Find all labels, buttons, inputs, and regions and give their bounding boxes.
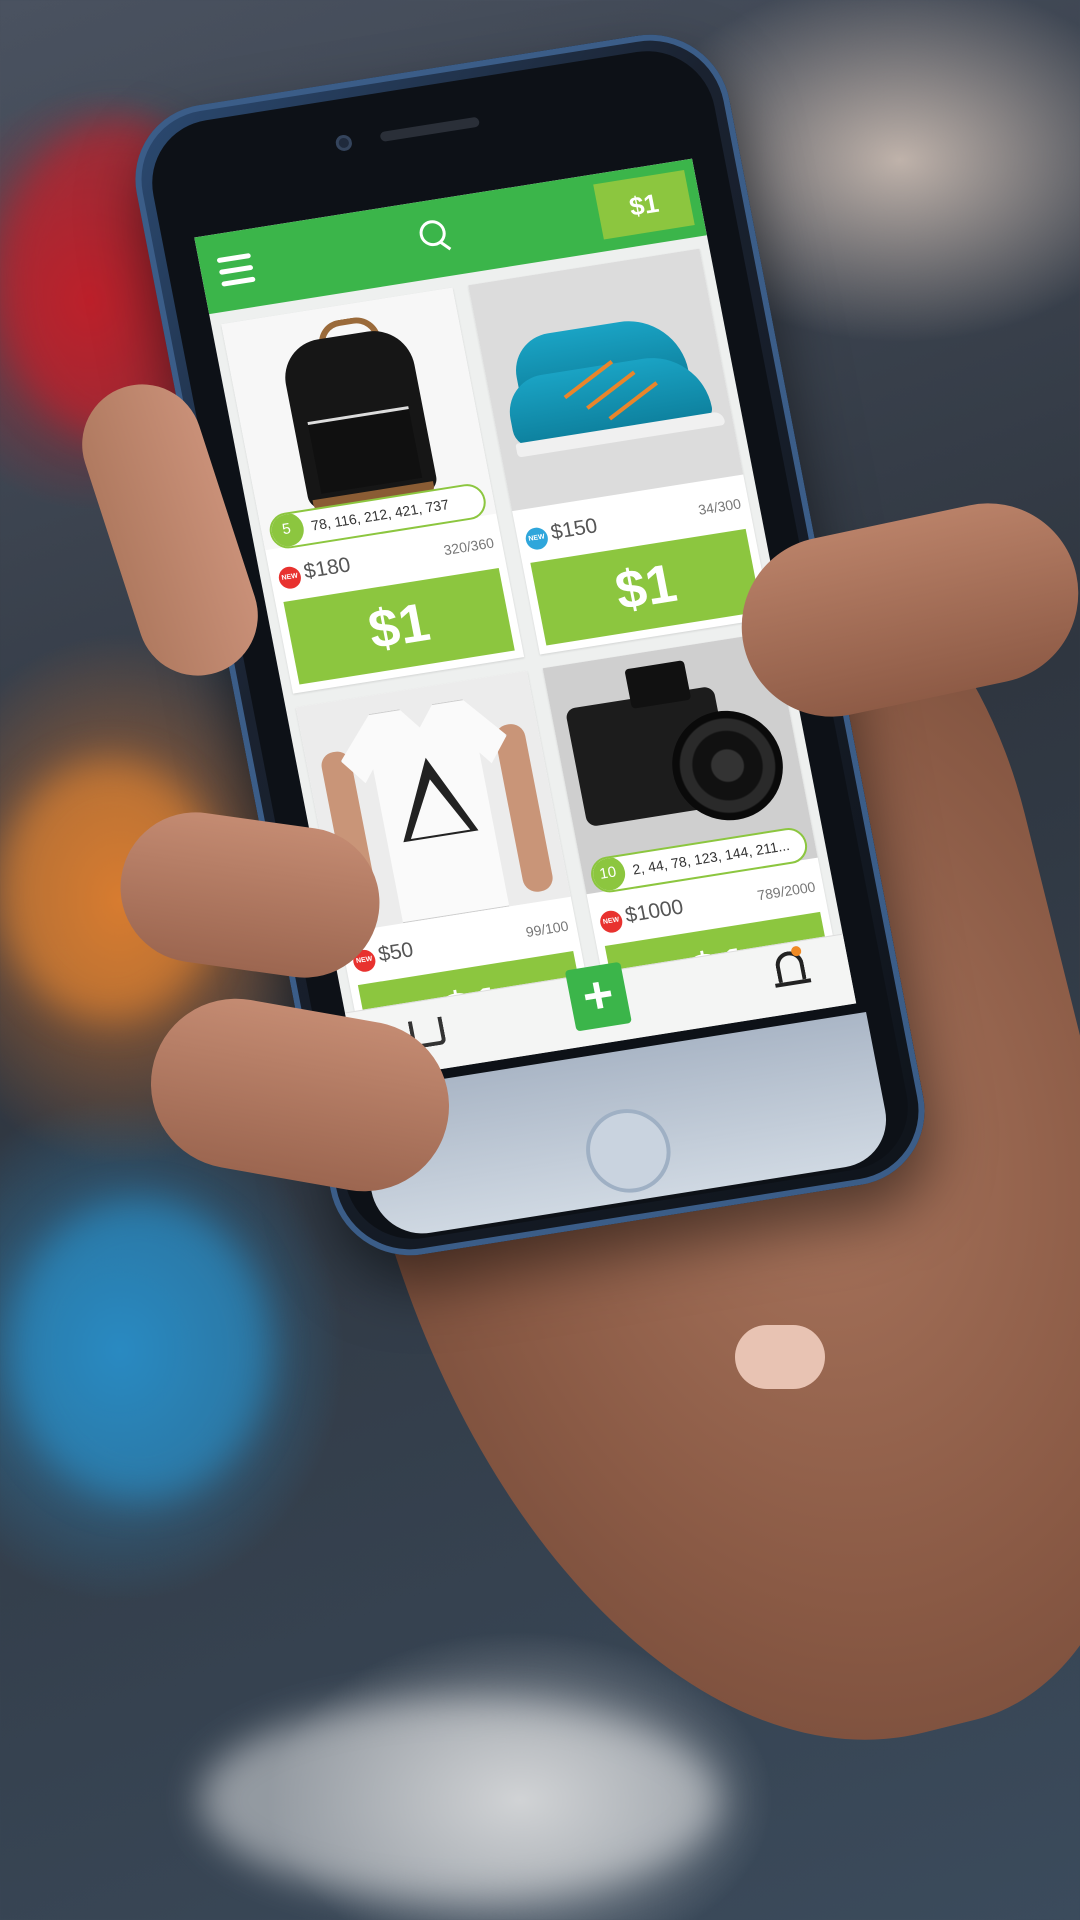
- fingernail: [735, 1325, 825, 1389]
- t-shirt-mountain-art-inner: [400, 774, 471, 840]
- product-price: $150: [548, 514, 600, 545]
- product-price: $180: [301, 553, 353, 584]
- sold-count: 99/100: [524, 917, 570, 941]
- new-badge-icon: NEW: [523, 526, 550, 552]
- new-badge-icon: NEW: [276, 565, 303, 591]
- balance-button[interactable]: $1: [593, 170, 695, 240]
- product-price: $1000: [623, 895, 686, 928]
- sold-count: 34/300: [696, 495, 743, 518]
- search-icon[interactable]: [417, 218, 452, 252]
- product-price: $50: [376, 938, 416, 967]
- add-icon[interactable]: +: [564, 961, 632, 1032]
- background-bokeh-white: [200, 1700, 720, 1900]
- sneakers-image: [468, 248, 744, 512]
- new-badge-icon: NEW: [598, 909, 625, 935]
- bell-icon[interactable]: [769, 945, 813, 994]
- sold-count: 320/360: [442, 534, 496, 559]
- arm: [492, 722, 556, 894]
- sold-count: 789/2000: [755, 878, 817, 904]
- menu-icon[interactable]: [216, 252, 256, 288]
- background-bokeh-blue: [10, 1200, 270, 1500]
